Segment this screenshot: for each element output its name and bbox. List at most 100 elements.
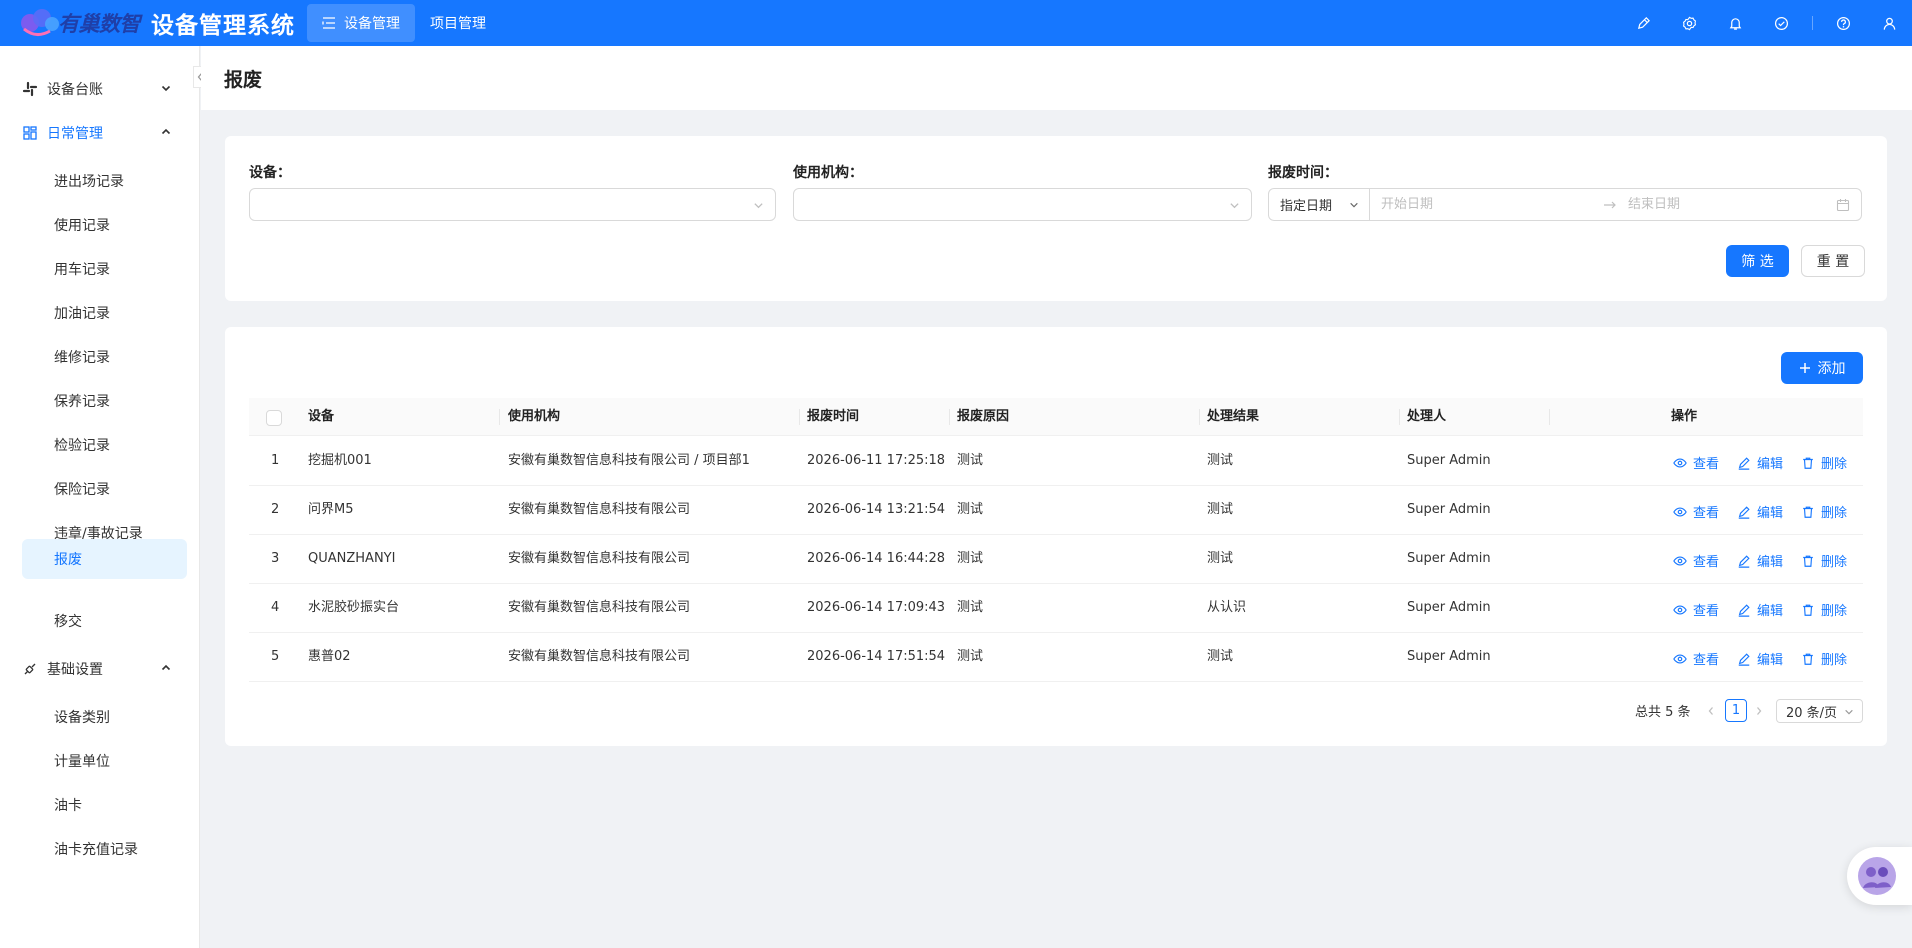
- calendar-icon[interactable]: [1836, 198, 1850, 212]
- sidebar-item-usage[interactable]: 使用记录: [22, 205, 187, 245]
- edit-action[interactable]: 编辑: [1737, 551, 1783, 570]
- page-number-current[interactable]: 1: [1725, 699, 1747, 722]
- edit-icon: [1738, 652, 1750, 666]
- topnav-project-management[interactable]: 项目管理: [415, 4, 501, 42]
- date-mode-select[interactable]: 指定日期: [1269, 189, 1370, 220]
- eye-icon: [1673, 653, 1687, 664]
- cell-scrap-time: 2026-06-14 17:51:54: [807, 649, 946, 664]
- table-header: 设备 使用机构 报废时间 报废原因 处理结果 处理人 操作: [249, 398, 1863, 436]
- delete-action[interactable]: 删除: [1801, 649, 1847, 668]
- cell-handler: Super Admin: [1407, 649, 1491, 664]
- eye-icon: [1673, 506, 1687, 517]
- edit-action[interactable]: 编辑: [1737, 453, 1783, 472]
- menu-list-icon: [322, 17, 336, 29]
- chevron-left-icon: [1708, 707, 1713, 715]
- column-divider: [499, 409, 500, 425]
- topnav-label: 项目管理: [430, 16, 486, 32]
- bell-icon[interactable]: [1712, 0, 1758, 46]
- sidebar-group-daily-management[interactable]: 日常管理: [22, 113, 182, 153]
- brush-icon[interactable]: [1620, 0, 1666, 46]
- help-icon[interactable]: [1820, 0, 1866, 46]
- settings-gear-icon[interactable]: [1666, 0, 1712, 46]
- table-panel: 添加 设备 使用机构 报废时间 报废原因 处理结果 处理人 操作 1 挖掘机00…: [225, 327, 1887, 746]
- edit-action[interactable]: 编辑: [1737, 600, 1783, 619]
- check-circle-icon[interactable]: [1758, 0, 1804, 46]
- edit-action[interactable]: 编辑: [1737, 502, 1783, 521]
- sidebar-item-unit[interactable]: 计量单位: [22, 741, 187, 781]
- sidebar-item-vehicle[interactable]: 用车记录: [22, 249, 187, 289]
- cell-reason: 测试: [957, 502, 984, 517]
- table-row: 3 QUANZHANYI 安徽有巢数智信息科技有限公司 2026-06-14 1…: [249, 535, 1863, 584]
- delete-action[interactable]: 删除: [1801, 551, 1847, 570]
- reset-button[interactable]: 重 置: [1801, 245, 1865, 277]
- org-filter-label: 使用机构：: [793, 165, 863, 181]
- sidebar-item-fuel-card[interactable]: 油卡: [22, 785, 187, 825]
- view-action[interactable]: 查看: [1673, 453, 1719, 472]
- view-action[interactable]: 查看: [1673, 502, 1719, 521]
- view-action[interactable]: 查看: [1673, 600, 1719, 619]
- sidebar-item-inspection[interactable]: 检验记录: [22, 425, 187, 465]
- sidebar-item-maintenance[interactable]: 保养记录: [22, 381, 187, 421]
- sidebar-item-transfer[interactable]: 移交: [22, 601, 187, 641]
- chevron-up-icon: [160, 126, 172, 138]
- select-all-checkbox[interactable]: [266, 410, 282, 426]
- column-divider: [799, 409, 800, 425]
- sidebar-item-refuel[interactable]: 加油记录: [22, 293, 187, 333]
- topnav-device-management[interactable]: 设备管理: [307, 4, 415, 42]
- sidebar-group-device-ledger[interactable]: 设备台账: [22, 69, 182, 109]
- column-header-scrap-time: 报废时间: [807, 409, 860, 424]
- trash-icon: [1803, 506, 1813, 518]
- page-size-select[interactable]: 20 条/页: [1776, 699, 1863, 723]
- delete-action[interactable]: 删除: [1801, 453, 1847, 472]
- sidebar-item-scrap[interactable]: 报废: [22, 539, 187, 579]
- add-button[interactable]: 添加: [1781, 352, 1863, 384]
- sidebar-item-insurance[interactable]: 保险记录: [22, 469, 187, 509]
- plus-icon: [1799, 362, 1811, 374]
- cell-result: 测试: [1207, 649, 1234, 664]
- delete-action[interactable]: 删除: [1801, 600, 1847, 619]
- org-select[interactable]: [793, 188, 1252, 221]
- table-row: 2 问界M5 安徽有巢数智信息科技有限公司 2026-06-14 13:21:5…: [249, 486, 1863, 535]
- end-date-input[interactable]: [1628, 197, 1828, 212]
- cell-device: 问界M5: [308, 502, 354, 517]
- prev-page-button[interactable]: [1699, 699, 1723, 723]
- next-page-button[interactable]: [1747, 699, 1771, 723]
- cell-org: 安徽有巢数智信息科技有限公司 / 项目部1: [508, 453, 750, 468]
- filter-button[interactable]: 筛 选: [1726, 245, 1789, 277]
- sidebar: 设备台账 日常管理 进出场记录 使用记录 用车记录 加油记录 维修记录 保养记录…: [0, 46, 200, 948]
- delete-action[interactable]: 删除: [1801, 502, 1847, 521]
- assistant-float-button[interactable]: [1847, 847, 1912, 905]
- logo-text: 有巢数智: [58, 12, 141, 36]
- cell-reason: 测试: [957, 649, 984, 664]
- logo: 有巢数智: [16, 5, 141, 41]
- start-date-input[interactable]: [1381, 197, 1596, 212]
- column-divider: [1199, 409, 1200, 425]
- table-row: 4 水泥胶砂振实台 安徽有巢数智信息科技有限公司 2026-06-14 17:0…: [249, 584, 1863, 633]
- cell-device: 水泥胶砂振实台: [308, 600, 400, 615]
- cell-reason: 测试: [957, 453, 984, 468]
- filter-panel: 设备： 使用机构： 报废时间： 指定日期 筛 选 重 置: [225, 136, 1887, 301]
- top-nav: 设备管理 项目管理: [307, 0, 501, 46]
- device-select[interactable]: [249, 188, 776, 221]
- header-actions: [1620, 0, 1912, 46]
- api-icon: [22, 661, 38, 677]
- column-divider: [949, 409, 950, 425]
- view-action[interactable]: 查看: [1673, 649, 1719, 668]
- sidebar-item-repair[interactable]: 维修记录: [22, 337, 187, 377]
- chevron-down-icon: [1844, 707, 1854, 717]
- user-icon[interactable]: [1866, 0, 1912, 46]
- sidebar-item-entry-exit[interactable]: 进出场记录: [22, 161, 187, 201]
- cell-scrap-time: 2026-06-11 17:25:18: [807, 453, 946, 468]
- cell-scrap-time: 2026-06-14 17:09:43: [807, 600, 946, 615]
- edit-action[interactable]: 编辑: [1737, 649, 1783, 668]
- cell-handler: Super Admin: [1407, 502, 1491, 517]
- sidebar-item-fuel-card-recharge[interactable]: 油卡充值记录: [22, 829, 187, 869]
- view-action[interactable]: 查看: [1673, 551, 1719, 570]
- sidebar-group-basic-settings[interactable]: 基础设置: [22, 649, 182, 689]
- cell-reason: 测试: [957, 551, 984, 566]
- sidebar-item-device-category[interactable]: 设备类别: [22, 697, 187, 737]
- cell-reason: 测试: [957, 600, 984, 615]
- eye-icon: [1673, 604, 1687, 615]
- device-filter-label: 设备：: [249, 165, 291, 181]
- cell-result: 测试: [1207, 502, 1234, 517]
